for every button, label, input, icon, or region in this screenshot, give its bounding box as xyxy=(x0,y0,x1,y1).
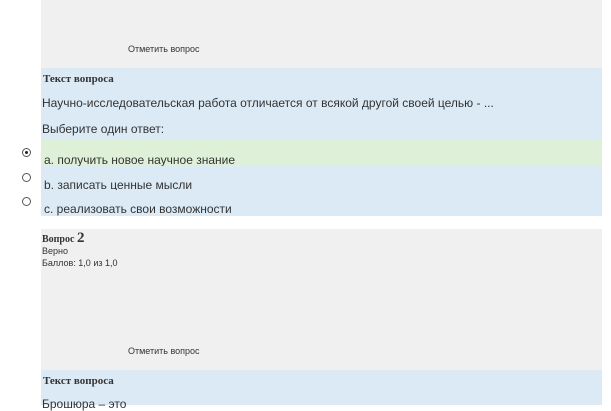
answer-radio-b[interactable] xyxy=(17,166,41,190)
question-state: Верно xyxy=(42,246,68,256)
answer-radio-c[interactable] xyxy=(17,190,41,214)
question-text-label: Текст вопроса xyxy=(43,375,114,387)
answer-label-c: c. реализовать свои возможности xyxy=(44,202,232,216)
radio-selected-icon xyxy=(22,148,31,157)
question-text: Научно-исследовательская работа отличает… xyxy=(42,96,494,110)
radio-empty-icon xyxy=(22,197,31,206)
question-text-label: Текст вопроса xyxy=(43,73,114,85)
question-number: 2 xyxy=(76,230,85,246)
question-number-heading: Вопрос 2 xyxy=(42,230,84,247)
question-title-prefix: Вопрос xyxy=(42,234,75,245)
question2-info-panel xyxy=(41,229,602,370)
flag-question-link[interactable]: Отметить вопрос xyxy=(128,44,200,54)
answer-label-a: a. получить новое научное знание xyxy=(44,153,236,167)
flag-question-link[interactable]: Отметить вопрос xyxy=(128,346,200,356)
answer-prompt: Выберите один ответ: xyxy=(42,122,165,136)
question-text: Брошюра – это xyxy=(42,397,127,411)
question1-info-panel xyxy=(41,0,602,68)
question-grade: Баллов: 1,0 из 1,0 xyxy=(42,258,118,268)
radio-empty-icon xyxy=(22,173,31,182)
answer-radio-a[interactable] xyxy=(17,141,41,165)
